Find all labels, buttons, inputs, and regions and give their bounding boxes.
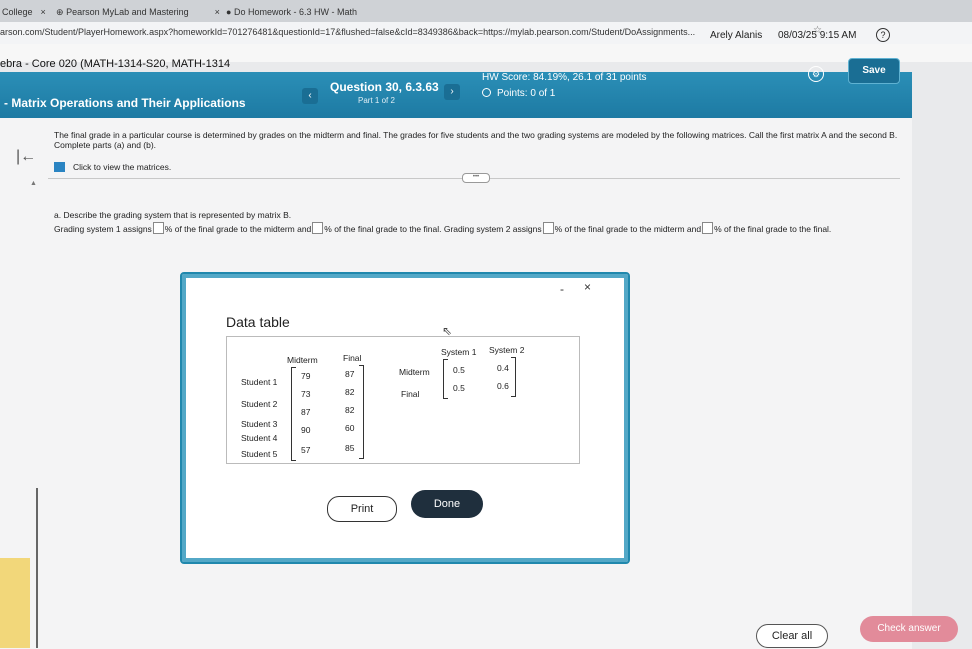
system2-final-input[interactable] [702,222,714,234]
b-cell: 0.5 [453,365,465,375]
tab-do-homework[interactable]: ● Do Homework - 6.3 HW - Math [226,2,357,22]
scrollbar[interactable] [36,488,38,648]
a-cell: 82 [345,405,355,415]
user-name: Arely Alanis [710,30,763,41]
row-label-student1: Student 1 [241,377,278,387]
col-header-final: Final [343,353,362,363]
a-cell: 87 [345,369,355,379]
help-icon[interactable]: ? [876,28,890,42]
close-button[interactable]: × [584,280,591,294]
matrix-b-right-bracket [511,357,516,397]
a-cell: 60 [345,423,355,433]
minimize-button[interactable]: - [560,282,564,296]
row-label-student5: Student 5 [241,449,278,459]
close-tab-icon[interactable]: × [41,7,46,17]
next-question-button[interactable]: › [444,84,460,100]
row-label-final: Final [401,389,420,399]
system1-midterm-input[interactable] [152,222,164,234]
b-cell: 0.4 [497,363,509,373]
status-circle-icon [482,88,491,97]
globe-icon: ⊕ [56,7,64,17]
tab-college[interactable]: College × [2,2,46,22]
a-cell: 90 [301,425,311,435]
col-header-system2: System 2 [489,345,525,355]
a-cell: 79 [301,371,311,381]
points: Points: 0 of 1 [482,88,555,99]
section-title: - Matrix Operations and Their Applicatio… [4,96,246,110]
a-cell: 57 [301,445,311,455]
row-label-student4: Student 4 [241,433,278,443]
hw-score: HW Score: 84.19%, 26.1 of 31 points [482,72,647,83]
system1-final-input[interactable] [312,222,324,234]
close-tab-icon[interactable]: × [215,7,220,17]
matrix-a-right-bracket [359,365,364,459]
col-header-midterm: Midterm [287,355,318,365]
col-header-system1: System 1 [441,347,477,357]
system2-midterm-input[interactable] [542,222,554,234]
clear-all-button[interactable]: Clear all [756,624,828,648]
table-icon [54,162,65,172]
problem-text: The final grade in a particular course i… [54,130,898,150]
print-button[interactable]: Print [327,496,397,522]
side-panel-strip [0,558,30,648]
browser-tab-bar: College × ⊕ Pearson MyLab and Mastering × … [0,0,972,22]
a-cell: 85 [345,443,355,453]
a-cell: 87 [301,407,311,417]
a-cell: 73 [301,389,311,399]
answer-sentence: Grading system 1 assigns% of the final g… [54,222,832,234]
question-part: Part 1 of 2 [358,96,395,105]
b-cell: 0.5 [453,383,465,393]
course-breadcrumb[interactable]: ebra - Core 020 (MATH-1314-S20, MATH-131… [0,58,230,70]
b-cell: 0.6 [497,381,509,391]
row-label-midterm: Midterm [399,367,430,377]
homework-bar: - Matrix Operations and Their Applicatio… [0,58,912,118]
gear-icon[interactable]: ⚙ [808,66,824,82]
matrix-b-left-bracket [443,359,448,399]
view-matrices-link[interactable]: Click to view the matrices. [54,162,171,172]
expand-handle[interactable]: ••• [462,173,490,183]
part-a-prompt: a. Describe the grading system that is r… [54,210,292,220]
tab-pearson[interactable]: ⊕ Pearson MyLab and Mastering × [56,2,220,22]
row-label-student3: Student 3 [241,419,278,429]
scroll-up-icon[interactable]: ▲ [30,180,37,187]
dialog-title: Data table [226,314,290,330]
matrix-a-left-bracket [291,367,296,461]
row-label-student2: Student 2 [241,399,278,409]
question-title: Question 30, 6.3.63 [330,80,439,94]
datetime: 08/03/25 9:15 AM [778,30,857,41]
check-answer-button[interactable]: Check answer [860,616,958,642]
data-table: Midterm Final Student 1 Student 2 Studen… [226,336,580,464]
save-button[interactable]: Save [848,58,900,84]
previous-question-button[interactable]: ‹ [302,88,318,104]
done-button[interactable]: Done [411,490,483,518]
pearson-icon: ● [226,7,232,17]
a-cell: 82 [345,387,355,397]
data-table-dialog: - × Data table ⇖ Midterm Final Student 1… [180,272,630,564]
url-text: arson.com/Student/PlayerHomework.aspx?ho… [0,27,696,37]
back-to-start-icon[interactable]: |← [16,148,36,166]
user-row: ebra - Core 020 (MATH-1314-S20, MATH-131… [0,28,972,70]
